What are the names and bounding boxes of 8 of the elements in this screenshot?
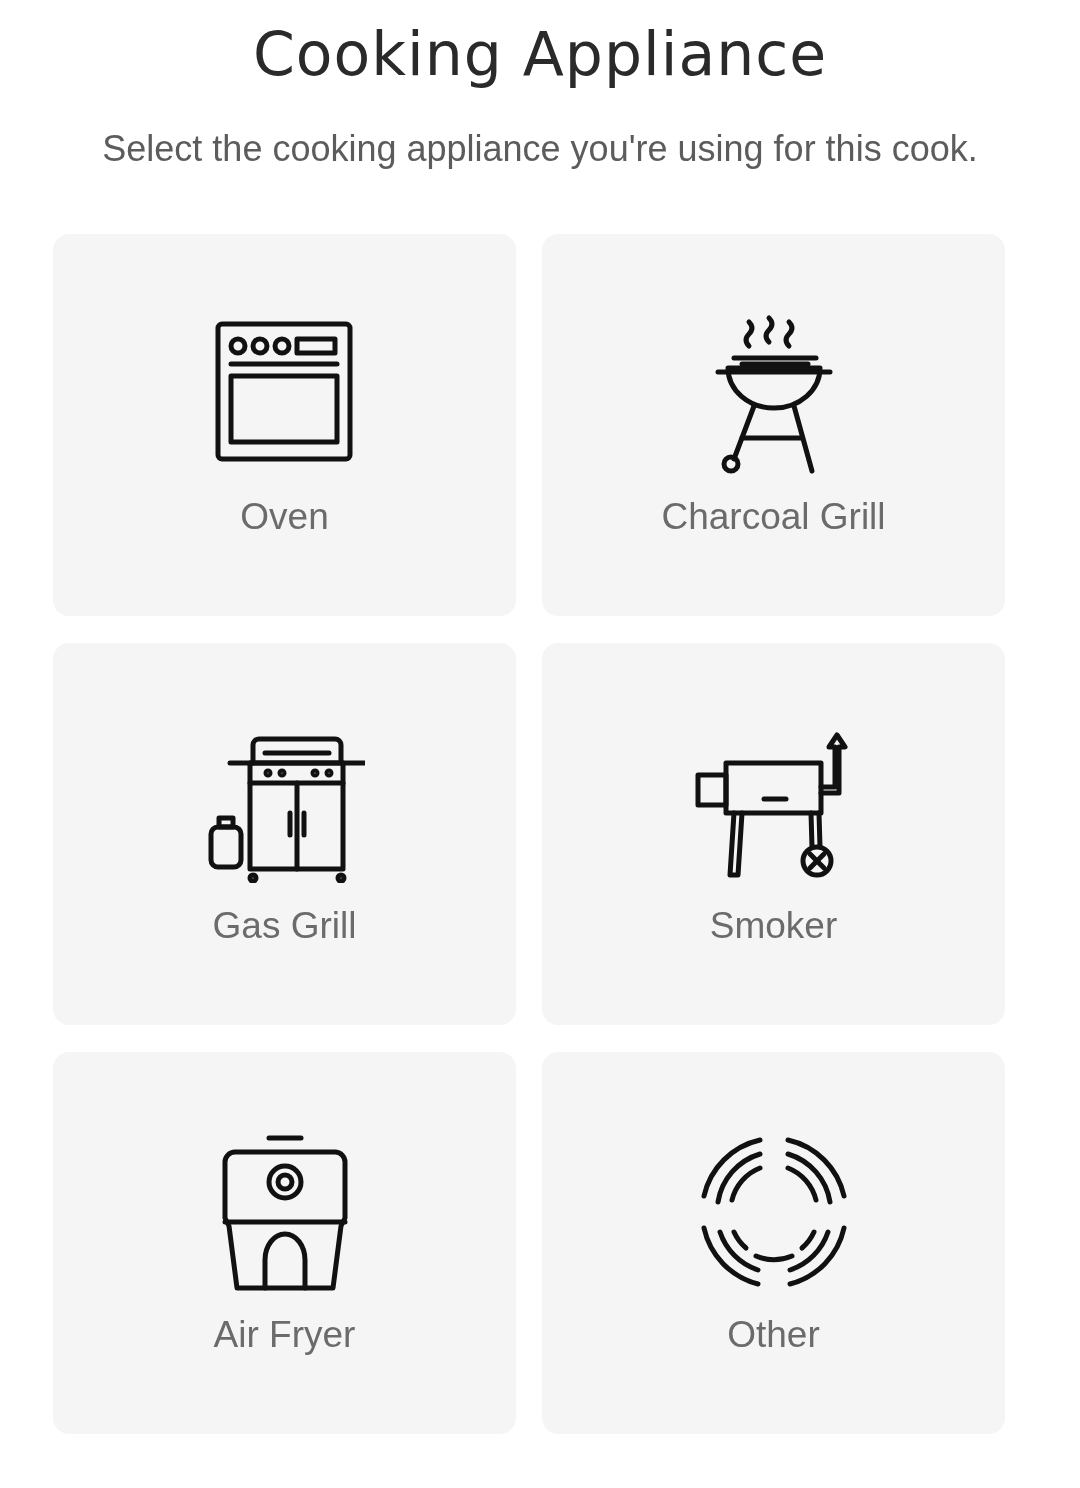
appliance-card[interactable]: Air Fryer	[53, 1052, 516, 1434]
appliance-card[interactable]: Oven	[53, 234, 516, 616]
page-subtitle: Select the cooking appliance you're using for this cook.	[101, 127, 979, 171]
appliance-card[interactable]: Smoker	[542, 643, 1005, 1025]
appliance-card[interactable]: Charcoal Grill	[542, 234, 1005, 616]
appliance-card[interactable]: Gas Grill	[53, 643, 516, 1025]
page-title: Cooking Appliance	[251, 18, 829, 90]
appliance-card[interactable]: Other	[542, 1052, 1005, 1434]
